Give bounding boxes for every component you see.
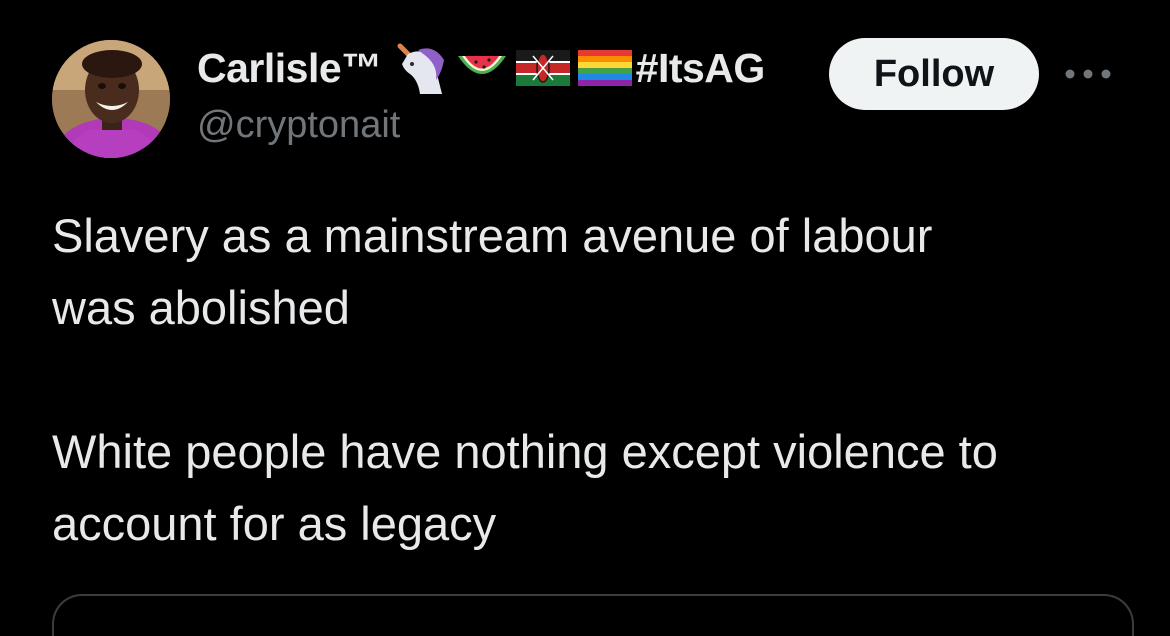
tweet: Carlisle™ #ItsAG @cryptonait Follow Slav… [0,0,1170,636]
follow-button[interactable]: Follow [829,38,1039,110]
rainbow-flag-icon [577,50,632,86]
tweet-text-line: account for as legacy [52,497,497,550]
more-options-button[interactable] [1062,56,1114,92]
tweet-text-line: White people have nothing except violenc… [52,425,998,478]
tweet-text-line: was abolished [52,281,350,334]
watermelon-icon [456,48,508,88]
avatar-image [52,40,170,158]
display-name[interactable]: Carlisle™ [197,45,382,92]
unicorn-icon [390,40,448,96]
author-name-row: Carlisle™ #ItsAG [197,40,786,96]
author-handle[interactable]: @cryptonait [197,104,400,147]
avatar[interactable] [52,40,170,158]
tweet-text: Slavery as a mainstream avenue of labour… [52,200,1132,560]
hashtag[interactable]: #ItsAG [636,45,786,92]
more-icon [1065,69,1111,79]
quoted-card-edge[interactable] [52,594,1134,636]
tweet-text-line: Slavery as a mainstream avenue of labour [52,209,933,262]
kenya-flag-icon [515,50,570,86]
